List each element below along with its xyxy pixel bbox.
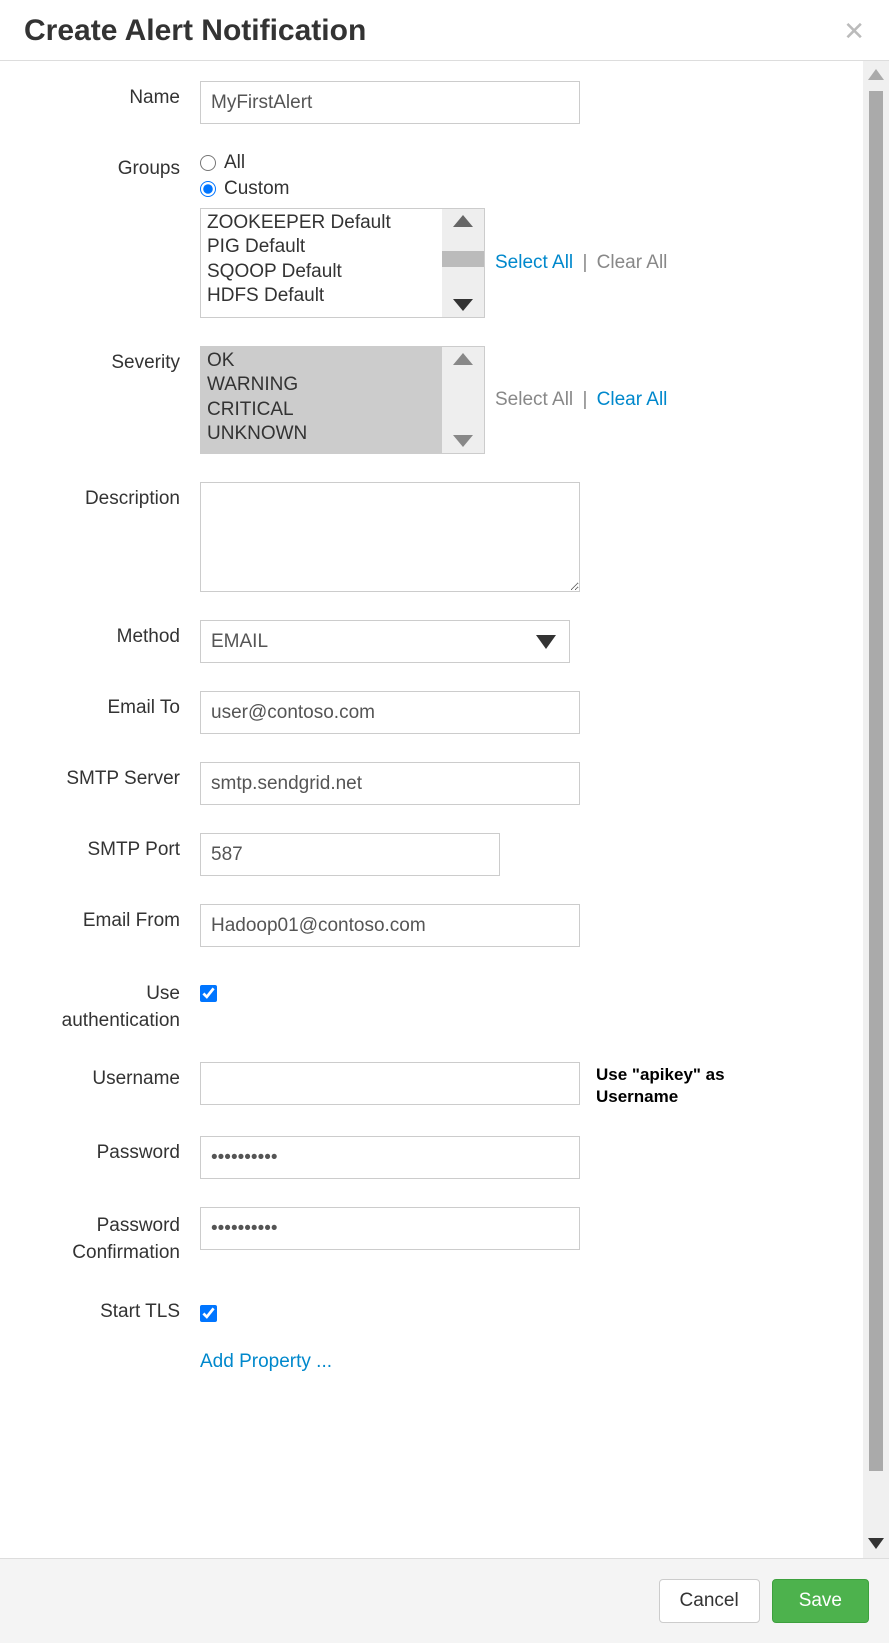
groups-radio-all[interactable]: All xyxy=(200,152,289,174)
method-select-value[interactable] xyxy=(200,620,570,663)
label-smtp-server: SMTP Server xyxy=(10,762,200,790)
save-button[interactable]: Save xyxy=(772,1579,869,1623)
label-smtp-port: SMTP Port xyxy=(10,833,200,861)
row-password: Password xyxy=(10,1136,853,1179)
row-method: Method xyxy=(10,620,853,663)
dialog-body: Name Groups All Custom xyxy=(0,61,863,1561)
row-password-confirm: Password Confirmation xyxy=(10,1207,853,1266)
row-groups: Groups All Custom ZOOKEEPER Defaul xyxy=(10,152,853,318)
password-confirm-input[interactable] xyxy=(200,1207,580,1250)
radio-all-input[interactable] xyxy=(200,155,216,171)
label-username: Username xyxy=(10,1062,200,1090)
label-severity: Severity xyxy=(10,346,200,374)
list-item[interactable]: ZOOKEEPER Default xyxy=(207,211,436,235)
groups-radio-custom[interactable]: Custom xyxy=(200,178,289,200)
email-to-input[interactable] xyxy=(200,691,580,734)
dialog-title: Create Alert Notification xyxy=(24,14,366,48)
chevron-down-icon[interactable] xyxy=(868,1538,884,1549)
groups-listbox[interactable]: ZOOKEEPER Default PIG Default SQOOP Defa… xyxy=(200,208,485,318)
row-username: Username Use "apikey" as Username xyxy=(10,1062,853,1108)
groups-listbox-row: ZOOKEEPER Default PIG Default SQOOP Defa… xyxy=(200,208,667,318)
label-use-auth: Use authentication xyxy=(10,975,200,1034)
password-input[interactable] xyxy=(200,1136,580,1179)
label-name: Name xyxy=(10,81,200,109)
dialog-footer: Cancel Save xyxy=(0,1558,889,1643)
groups-radio-stack: All Custom xyxy=(200,152,289,200)
label-groups: Groups xyxy=(10,152,200,180)
severity-list-scroll[interactable] xyxy=(442,347,484,453)
username-annotation: Use "apikey" as Username xyxy=(596,1062,776,1108)
label-pwc-l2: Confirmation xyxy=(72,1242,180,1263)
label-description: Description xyxy=(10,482,200,510)
name-input[interactable] xyxy=(200,81,580,124)
smtp-server-input[interactable] xyxy=(200,762,580,805)
row-name: Name xyxy=(10,81,853,124)
severity-items: OK WARNING CRITICAL UNKNOWN xyxy=(201,347,442,453)
radio-custom-label: Custom xyxy=(224,178,289,200)
list-item[interactable]: WARNING xyxy=(201,373,442,397)
close-icon[interactable]: ✕ xyxy=(843,18,865,44)
groups-items: ZOOKEEPER Default PIG Default SQOOP Defa… xyxy=(201,209,442,317)
dialog-header: Create Alert Notification ✕ xyxy=(0,0,889,61)
scroll-thumb[interactable] xyxy=(869,91,883,1471)
groups-select-all[interactable]: Select All xyxy=(495,252,573,273)
severity-select-all[interactable]: Select All xyxy=(495,389,573,410)
severity-listbox-row: OK WARNING CRITICAL UNKNOWN Select All | xyxy=(200,346,667,454)
label-password-confirm: Password Confirmation xyxy=(10,1207,200,1266)
label-email-from: Email From xyxy=(10,904,200,932)
row-severity: Severity OK WARNING CRITICAL UNKNOWN xyxy=(10,346,853,454)
label-use-auth-l1: Use xyxy=(146,983,180,1004)
list-item[interactable]: UNKNOWN xyxy=(201,422,442,446)
groups-list-scroll[interactable] xyxy=(442,209,484,317)
smtp-port-input[interactable] xyxy=(200,833,500,876)
scroll-thumb[interactable] xyxy=(442,251,484,267)
row-smtp-server: SMTP Server xyxy=(10,762,853,805)
severity-listbox[interactable]: OK WARNING CRITICAL UNKNOWN xyxy=(200,346,485,454)
chevron-down-icon[interactable] xyxy=(453,435,473,447)
chevron-up-icon[interactable] xyxy=(868,69,884,80)
label-method: Method xyxy=(10,620,200,648)
separator: | xyxy=(582,252,587,273)
add-property-link[interactable]: Add Property ... xyxy=(200,1351,332,1373)
label-pwc-l1: Password xyxy=(97,1215,180,1236)
row-start-tls: Start TLS xyxy=(10,1295,853,1323)
email-from-input[interactable] xyxy=(200,904,580,947)
groups-actions: Select All | Clear All xyxy=(495,252,667,274)
username-input[interactable] xyxy=(200,1062,580,1105)
list-item[interactable]: OK xyxy=(201,349,442,373)
chevron-down-icon[interactable] xyxy=(453,299,473,311)
label-password: Password xyxy=(10,1136,200,1164)
radio-custom-input[interactable] xyxy=(200,181,216,197)
chevron-up-icon[interactable] xyxy=(453,215,473,227)
chevron-up-icon[interactable] xyxy=(453,353,473,365)
list-item[interactable]: SQOOP Default xyxy=(207,260,436,284)
label-empty xyxy=(10,1351,200,1357)
severity-clear-all[interactable]: Clear All xyxy=(597,389,668,410)
list-item[interactable]: CRITICAL xyxy=(201,398,442,422)
description-textarea[interactable] xyxy=(200,482,580,592)
cancel-button[interactable]: Cancel xyxy=(659,1579,760,1623)
list-item[interactable]: PIG Default xyxy=(207,235,436,259)
severity-actions: Select All | Clear All xyxy=(495,389,667,411)
row-smtp-port: SMTP Port xyxy=(10,833,853,876)
dialog-body-wrapper: Name Groups All Custom xyxy=(0,61,889,1561)
row-email-from: Email From xyxy=(10,904,853,947)
use-auth-checkbox[interactable] xyxy=(200,985,217,1002)
row-description: Description xyxy=(10,482,853,592)
row-use-auth: Use authentication xyxy=(10,975,853,1034)
separator: | xyxy=(582,389,587,410)
row-email-to: Email To xyxy=(10,691,853,734)
label-use-auth-l2: authentication xyxy=(62,1010,180,1031)
label-email-to: Email To xyxy=(10,691,200,719)
method-select[interactable] xyxy=(200,620,570,663)
list-item[interactable]: HDFS Default xyxy=(207,284,436,308)
row-add-property: Add Property ... xyxy=(10,1351,853,1373)
groups-clear-all[interactable]: Clear All xyxy=(597,252,668,273)
dialog-scrollbar[interactable] xyxy=(863,61,889,1561)
start-tls-checkbox[interactable] xyxy=(200,1305,217,1322)
radio-all-label: All xyxy=(224,152,245,174)
label-start-tls: Start TLS xyxy=(10,1295,200,1323)
